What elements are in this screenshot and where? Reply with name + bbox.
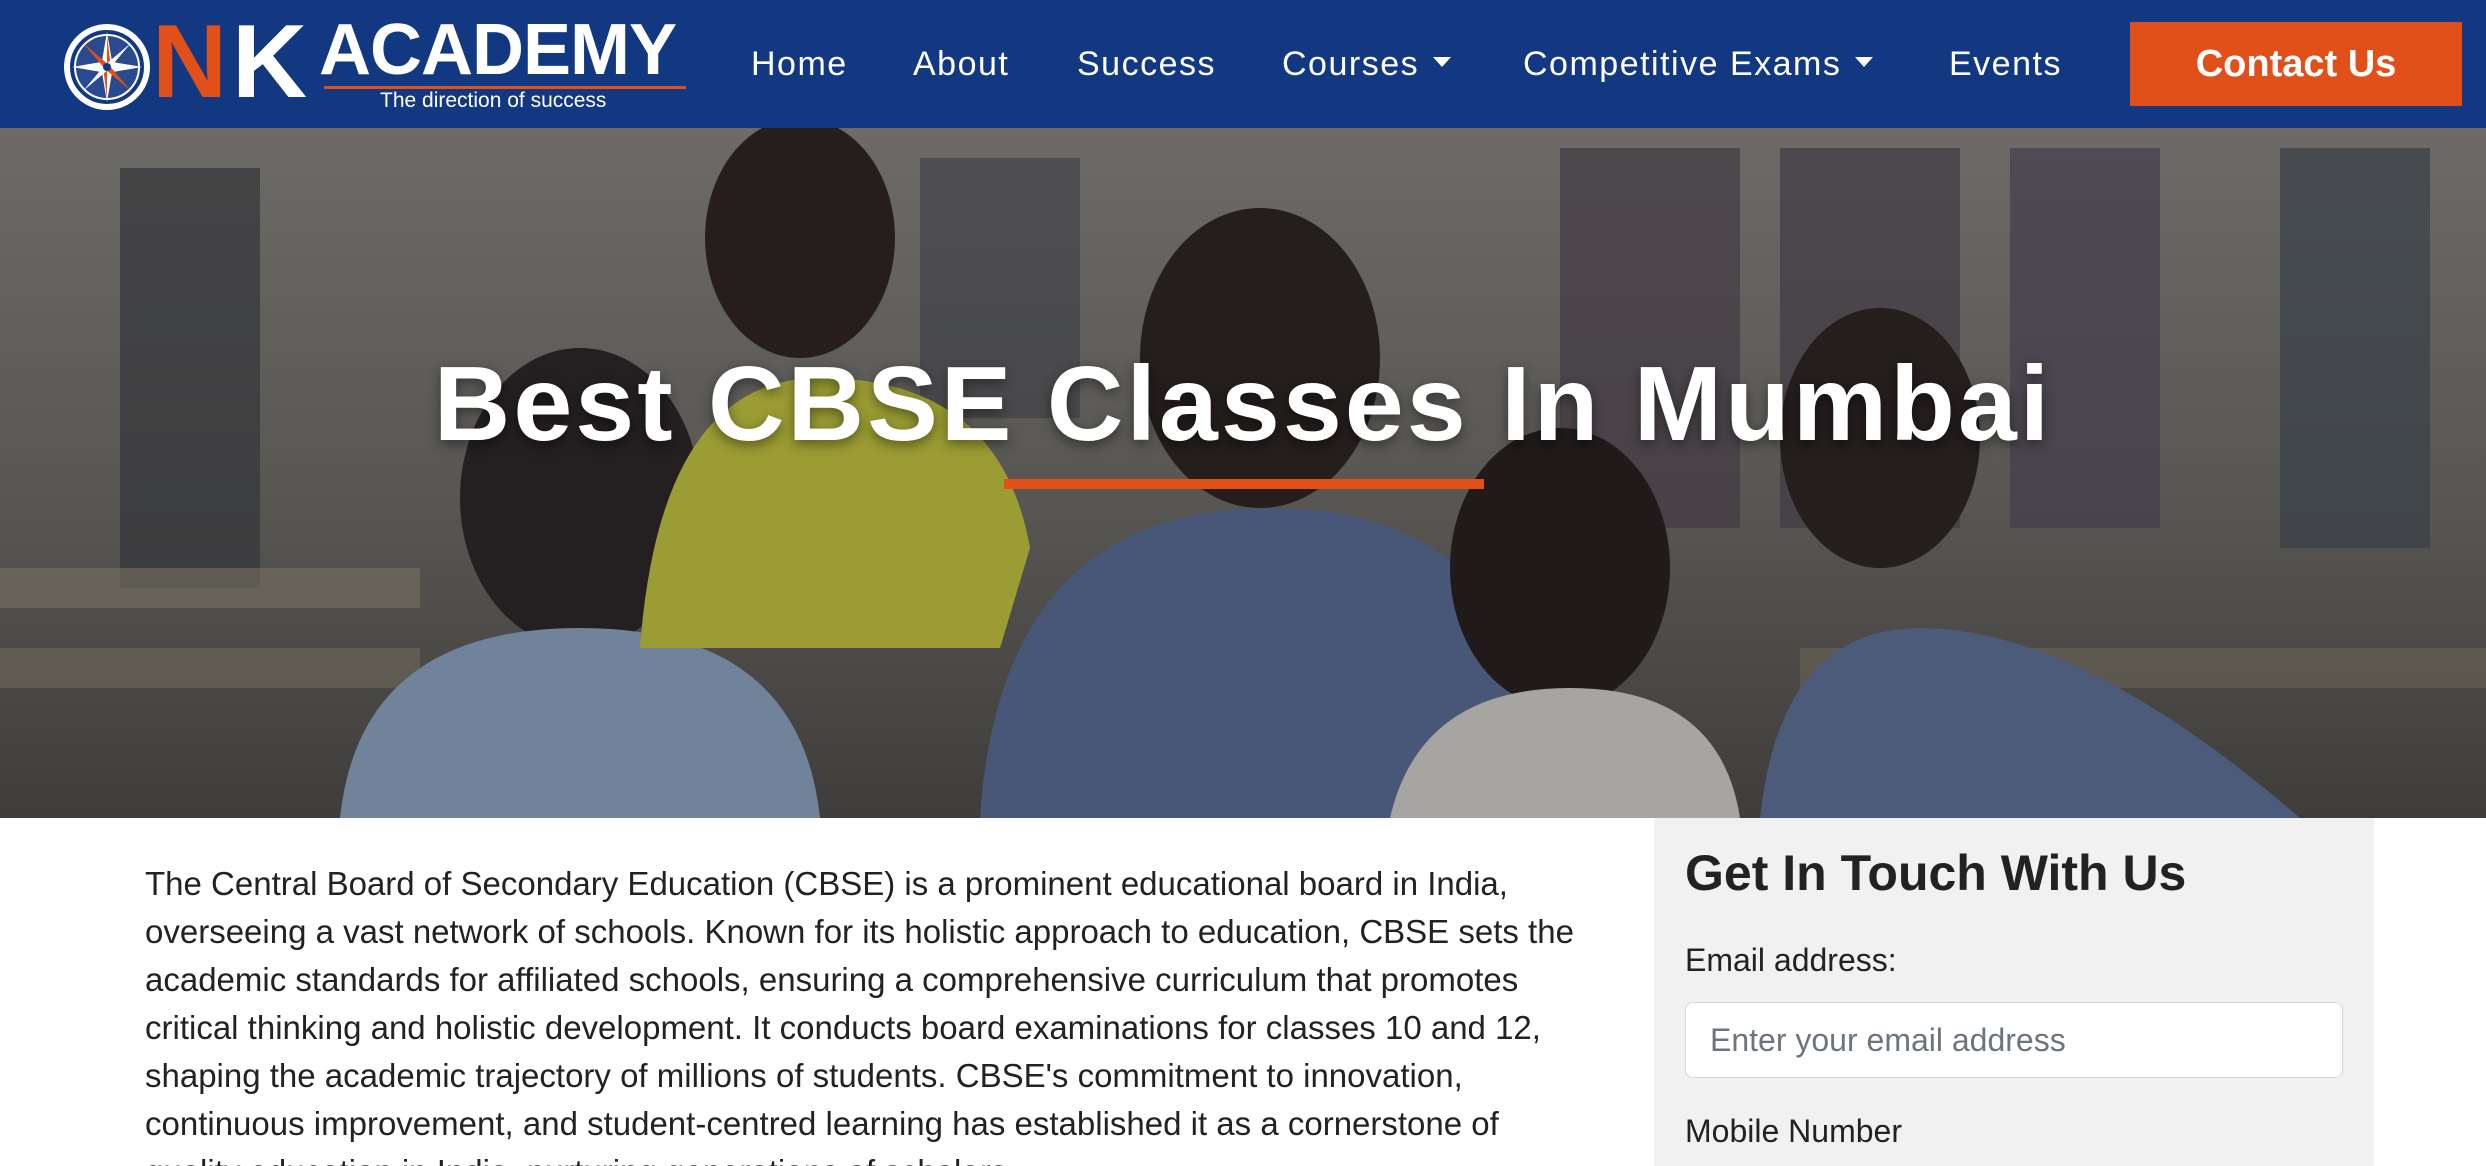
logo-letter-n: N <box>152 4 227 120</box>
nav-events-link[interactable]: Events <box>1949 40 2062 88</box>
nav-home-label: Home <box>751 45 848 83</box>
nav-about-link[interactable]: About <box>913 40 1009 88</box>
nav-courses-dropdown[interactable]: Courses <box>1282 40 1452 88</box>
form-title: Get In Touch With Us <box>1685 845 2187 901</box>
page-title: Best CBSE Classes In Mumbai <box>433 345 2053 463</box>
nav-about-label: About <box>913 45 1010 83</box>
contact-us-button[interactable]: Contact Us <box>2130 22 2462 106</box>
nav-home-link[interactable]: Home <box>751 40 848 88</box>
main-content: The Central Board of Secondary Education… <box>0 818 2486 1166</box>
title-underline <box>1004 479 1484 489</box>
contact-form-panel: Get In Touch With Us Email address: Mobi… <box>1654 818 2374 1166</box>
intro-paragraph: The Central Board of Secondary Education… <box>145 865 1574 1166</box>
caret-down-icon <box>1855 57 1874 68</box>
nav-success-label: Success <box>1077 45 1216 83</box>
hero-banner: Best CBSE Classes In Mumbai <box>0 128 2486 818</box>
caret-down-icon <box>1433 57 1452 68</box>
nav-competitive-exams-label: Competitive Exams <box>1523 45 1842 83</box>
top-navbar: N K ACADEMY The direction of success Hom… <box>0 0 2486 128</box>
nav-courses-label: Courses <box>1282 45 1420 83</box>
nav-competitive-exams-dropdown[interactable]: Competitive Exams <box>1523 40 1874 88</box>
hero-overlay <box>0 128 2486 818</box>
email-label: Email address: <box>1685 942 1897 978</box>
nav-events-label: Events <box>1949 45 2062 83</box>
logo-letter-k: K <box>232 4 308 120</box>
mobile-label: Mobile Number <box>1685 1113 1902 1149</box>
logo-tagline: The direction of success <box>380 89 607 112</box>
logo-wordmark: ACADEMY <box>319 10 677 90</box>
compass-emblem-icon <box>64 24 150 110</box>
brand-logo[interactable]: N K ACADEMY The direction of success <box>62 10 686 114</box>
email-field[interactable] <box>1685 1002 2343 1078</box>
nav-success-link[interactable]: Success <box>1077 40 1216 88</box>
